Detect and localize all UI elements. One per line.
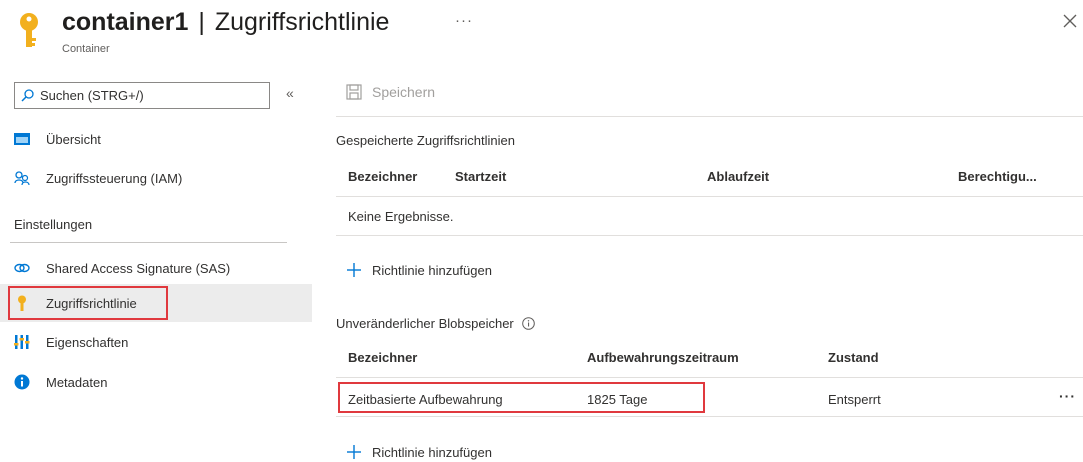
sidebar-item-overview[interactable]: Übersicht bbox=[0, 120, 312, 158]
add-stored-policy-button[interactable]: Richtlinie hinzufügen bbox=[346, 262, 492, 278]
divider bbox=[10, 242, 287, 243]
column-header: Bezeichner bbox=[348, 169, 418, 184]
plus-icon bbox=[347, 445, 361, 459]
save-icon bbox=[346, 84, 362, 100]
sidebar-item-iam[interactable]: Zugriffssteuerung (IAM) bbox=[0, 159, 312, 197]
column-header: Startzeit bbox=[455, 169, 507, 184]
immutable-storage-label: Unveränderlicher Blobspeicher bbox=[336, 316, 514, 331]
sidebar-item-metadata[interactable]: Metadaten bbox=[0, 363, 312, 401]
sidebar-item-sas[interactable]: Shared Access Signature (SAS) bbox=[0, 249, 312, 287]
people-icon bbox=[14, 170, 30, 186]
highlight-box bbox=[8, 286, 168, 320]
save-label: Speichern bbox=[372, 84, 436, 100]
save-button[interactable]: Speichern bbox=[346, 84, 435, 100]
page-header: container1 | Zugriffsrichtlinie Containe… bbox=[0, 0, 1083, 62]
main-content: Speichern Gespeicherte Zugriffsrichtlini… bbox=[336, 75, 1083, 462]
search-placeholder: Suchen (STRG+/) bbox=[40, 88, 144, 103]
row-divider bbox=[336, 377, 1083, 378]
column-header: Aufbewahrungszeitraum bbox=[587, 350, 739, 365]
search-input[interactable]: Suchen (STRG+/) bbox=[14, 82, 270, 109]
info-icon bbox=[14, 374, 30, 390]
close-icon[interactable] bbox=[1063, 14, 1077, 28]
sidebar-item-label: Zugriffssteuerung (IAM) bbox=[46, 170, 183, 186]
page-title: container1 | Zugriffsrichtlinie bbox=[62, 8, 389, 37]
sidebar-item-label: Shared Access Signature (SAS) bbox=[46, 260, 231, 276]
row-more-button[interactable]: ··· bbox=[1059, 388, 1076, 404]
column-header: Berechtigu... bbox=[958, 169, 1037, 184]
stored-policies-title: Gespeicherte Zugriffsrichtlinien bbox=[336, 133, 515, 148]
page-name: Zugriffsrichtlinie bbox=[214, 8, 390, 36]
immutable-storage-title: Unveränderlicher Blobspeicher bbox=[336, 316, 535, 331]
title-separator: | bbox=[198, 8, 205, 36]
collapse-sidebar-button[interactable]: « bbox=[286, 85, 294, 101]
sidebar-item-label: Metadaten bbox=[46, 374, 108, 390]
sidebar: Suchen (STRG+/) « Übersicht Zugriffssteu… bbox=[0, 75, 312, 405]
resource-type: Container bbox=[62, 43, 110, 55]
more-options-button[interactable]: ··· bbox=[455, 12, 473, 29]
row-divider bbox=[336, 196, 1083, 197]
add-label: Richtlinie hinzufügen bbox=[372, 262, 492, 278]
properties-icon bbox=[14, 334, 30, 350]
section-settings: Einstellungen bbox=[14, 217, 93, 232]
info-icon[interactable] bbox=[521, 317, 535, 330]
row-divider bbox=[336, 416, 1083, 417]
toolbar-divider bbox=[336, 116, 1083, 117]
add-label: Richtlinie hinzufügen bbox=[372, 444, 492, 460]
empty-state: Keine Ergebnisse. bbox=[348, 209, 454, 224]
policy-state: Entsperrt bbox=[828, 392, 881, 407]
add-immutable-policy-button[interactable]: Richtlinie hinzufügen bbox=[346, 444, 492, 460]
sidebar-item-label: Übersicht bbox=[46, 131, 101, 147]
sidebar-item-properties[interactable]: Eigenschaften bbox=[0, 323, 312, 361]
link-icon bbox=[14, 260, 30, 276]
resource-name: container1 bbox=[62, 8, 189, 36]
column-header: Ablaufzeit bbox=[707, 169, 770, 184]
row-divider bbox=[336, 235, 1083, 236]
plus-icon bbox=[347, 263, 361, 277]
highlight-box bbox=[338, 382, 705, 413]
column-header: Zustand bbox=[828, 350, 879, 365]
overview-icon bbox=[14, 131, 30, 147]
key-icon bbox=[20, 13, 38, 47]
column-header: Bezeichner bbox=[348, 350, 418, 365]
search-icon bbox=[21, 89, 34, 102]
sidebar-item-label: Eigenschaften bbox=[46, 334, 129, 350]
